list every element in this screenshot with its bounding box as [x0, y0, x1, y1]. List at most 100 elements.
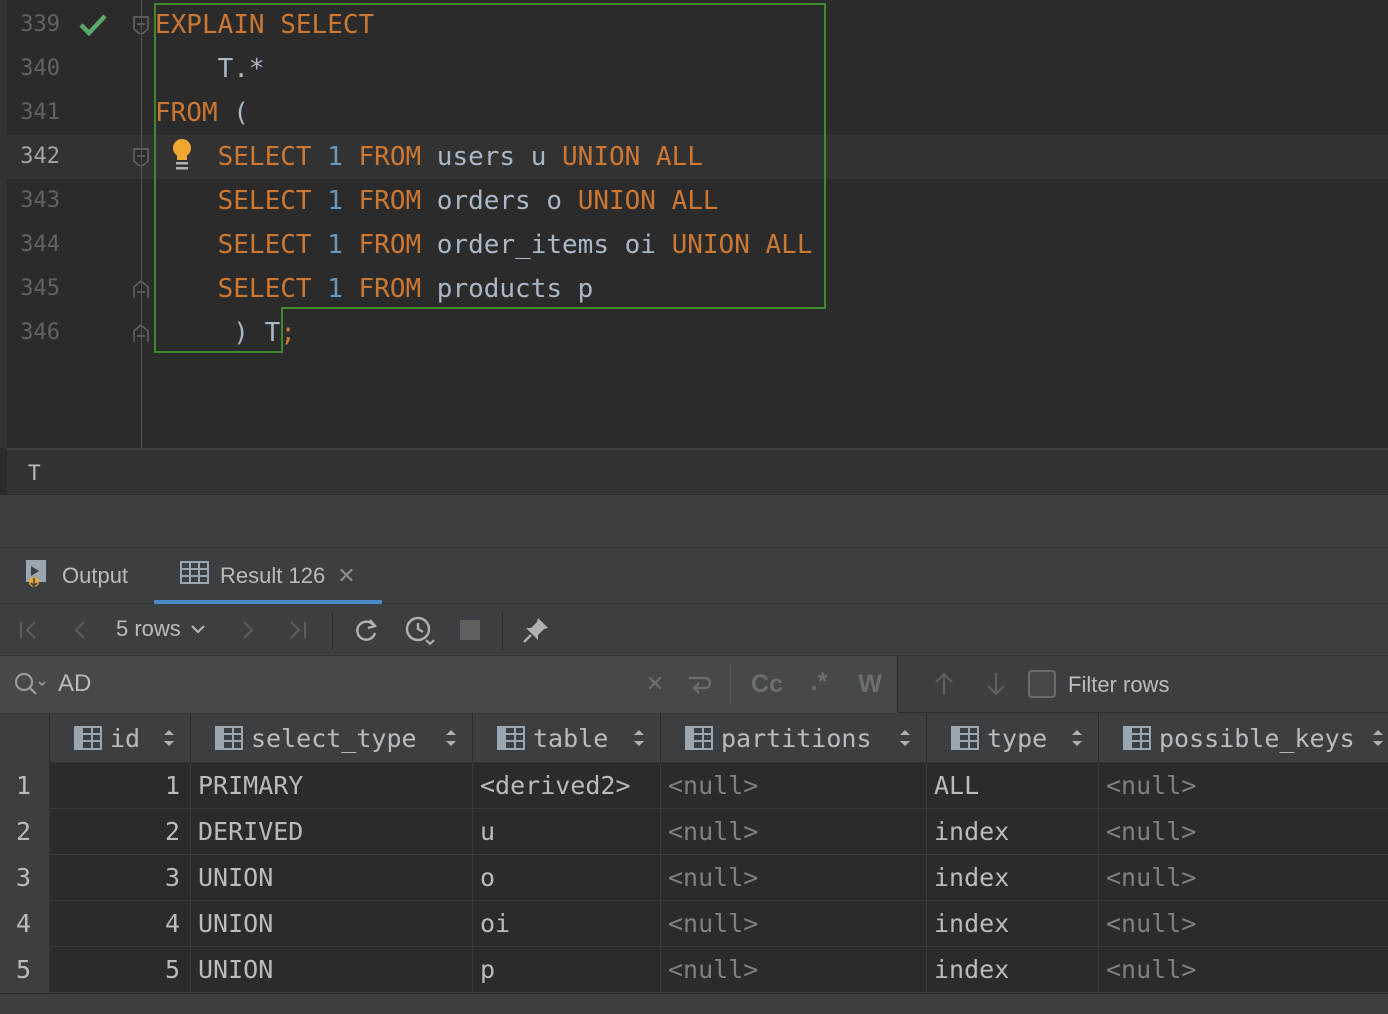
column-header-type[interactable]: type — [927, 713, 1099, 763]
cell-id[interactable]: 1 — [50, 763, 191, 809]
cell-possible-keys[interactable]: <null> — [1099, 947, 1388, 993]
cell-select-type[interactable]: UNION — [191, 901, 473, 947]
stop-icon[interactable] — [456, 614, 484, 646]
cell-partitions[interactable]: <null> — [661, 809, 927, 855]
result-grid[interactable]: id select_type table partitions type possible… — [0, 713, 1388, 994]
cell-table[interactable]: p — [473, 947, 661, 993]
cell-possible-keys[interactable]: <null> — [1099, 901, 1388, 947]
cell-type[interactable]: index — [927, 901, 1099, 947]
code-text[interactable]: ) T; — [155, 318, 296, 348]
row-number[interactable]: 1 — [0, 763, 50, 809]
close-tab-icon[interactable]: ✕ — [337, 563, 355, 589]
refresh-icon[interactable] — [350, 614, 382, 646]
breadcrumb[interactable]: T — [7, 448, 1388, 494]
code-line-340[interactable]: 340 T.* — [0, 47, 1388, 91]
cell-partitions[interactable]: <null> — [661, 855, 927, 901]
table-row[interactable]: 2 2 DERIVED u <null> index <null> — [0, 809, 1388, 855]
line-number[interactable]: 345 — [0, 276, 60, 301]
sort-icon[interactable] — [1070, 727, 1084, 749]
sql-editor[interactable]: 339 EXPLAIN SELECT 340 T.* 341 FROM (342 SEL… — [0, 0, 1388, 448]
match-case-toggle[interactable]: Cc — [748, 670, 786, 698]
line-number[interactable]: 340 — [0, 56, 60, 81]
sort-icon[interactable] — [1371, 727, 1385, 749]
clear-search-icon[interactable]: ✕ — [642, 670, 668, 698]
cell-possible-keys[interactable]: <null> — [1099, 763, 1388, 809]
new-line-icon[interactable] — [684, 670, 714, 698]
cell-partitions[interactable]: <null> — [661, 901, 927, 947]
cell-select-type[interactable]: PRIMARY — [191, 763, 473, 809]
regex-toggle[interactable]: .* — [804, 668, 834, 696]
code-text[interactable]: SELECT 1 FROM products p — [155, 274, 594, 304]
sort-icon[interactable] — [898, 727, 912, 749]
row-number[interactable]: 4 — [0, 901, 50, 947]
cell-possible-keys[interactable]: <null> — [1099, 809, 1388, 855]
sort-icon[interactable] — [632, 727, 646, 749]
cell-possible-keys[interactable]: <null> — [1099, 855, 1388, 901]
previous-page-icon[interactable] — [66, 614, 94, 646]
table-row[interactable]: 3 3 UNION o <null> index <null> — [0, 855, 1388, 901]
cell-type[interactable]: index — [927, 855, 1099, 901]
tab-output[interactable]: Output — [24, 548, 128, 604]
column-header-table[interactable]: table — [473, 713, 661, 763]
first-page-icon[interactable] — [14, 614, 42, 646]
search-input[interactable] — [58, 668, 618, 700]
code-line-346[interactable]: 346 ) T; — [0, 311, 1388, 355]
code-text[interactable]: FROM ( — [155, 98, 249, 128]
code-text[interactable]: SELECT 1 FROM orders o UNION ALL — [155, 186, 719, 216]
cell-id[interactable]: 2 — [50, 809, 191, 855]
cell-select-type[interactable]: UNION — [191, 947, 473, 993]
cell-table[interactable]: o — [473, 855, 661, 901]
arrow-down-icon[interactable] — [982, 670, 1010, 698]
cell-partitions[interactable]: <null> — [661, 763, 927, 809]
cell-table[interactable]: <derived2> — [473, 763, 661, 809]
pin-icon[interactable] — [520, 614, 552, 646]
tab-result[interactable]: Result 126 ✕ — [154, 548, 382, 604]
code-line-342[interactable]: 342 SELECT 1 FROM users u UNION ALL — [0, 135, 1388, 179]
filter-rows-label[interactable]: Filter rows — [1068, 672, 1169, 698]
sort-icon[interactable] — [162, 727, 176, 749]
code-line-344[interactable]: 344 SELECT 1 FROM order_items oi UNION A… — [0, 223, 1388, 267]
table-row[interactable]: 1 1 PRIMARY <derived2> <null> ALL <null> — [0, 763, 1388, 809]
cell-id[interactable]: 5 — [50, 947, 191, 993]
cell-table[interactable]: oi — [473, 901, 661, 947]
table-row[interactable]: 5 5 UNION p <null> index <null> — [0, 947, 1388, 993]
code-text[interactable]: SELECT 1 FROM order_items oi UNION ALL — [155, 230, 813, 260]
code-text[interactable]: T.* — [155, 54, 265, 84]
breadcrumb-label[interactable]: T — [28, 461, 41, 485]
code-line-345[interactable]: 345 SELECT 1 FROM products p — [0, 267, 1388, 311]
next-page-icon[interactable] — [234, 614, 262, 646]
line-number[interactable]: 341 — [0, 100, 60, 125]
arrow-up-icon[interactable] — [930, 670, 958, 698]
sort-icon[interactable] — [444, 727, 458, 749]
column-header-possible-keys[interactable]: possible_keys — [1099, 713, 1388, 763]
cell-select-type[interactable]: UNION — [191, 855, 473, 901]
column-header-partitions[interactable]: partitions — [661, 713, 927, 763]
line-number[interactable]: 344 — [0, 232, 60, 257]
line-number[interactable]: 343 — [0, 188, 60, 213]
row-number[interactable]: 2 — [0, 809, 50, 855]
words-toggle[interactable]: W — [854, 670, 886, 698]
cell-table[interactable]: u — [473, 809, 661, 855]
table-row[interactable]: 4 4 UNION oi <null> index <null> — [0, 901, 1388, 947]
last-page-icon[interactable] — [284, 614, 312, 646]
filter-rows-checkbox[interactable] — [1028, 670, 1056, 698]
code-line-339[interactable]: 339 EXPLAIN SELECT — [0, 3, 1388, 47]
row-number[interactable]: 5 — [0, 947, 50, 993]
cell-partitions[interactable]: <null> — [661, 947, 927, 993]
cell-select-type[interactable]: DERIVED — [191, 809, 473, 855]
rows-selector[interactable]: 5 rows — [116, 616, 207, 642]
line-number[interactable]: 342 — [0, 144, 60, 169]
code-line-343[interactable]: 343 SELECT 1 FROM orders o UNION ALL — [0, 179, 1388, 223]
code-line-341[interactable]: 341 FROM ( — [0, 91, 1388, 135]
search-icon[interactable] — [12, 670, 48, 698]
history-icon[interactable] — [400, 614, 438, 646]
cell-type[interactable]: ALL — [927, 763, 1099, 809]
row-number-header[interactable] — [0, 713, 50, 763]
cell-id[interactable]: 4 — [50, 901, 191, 947]
code-text[interactable]: SELECT 1 FROM users u UNION ALL — [155, 142, 703, 172]
cell-type[interactable]: index — [927, 809, 1099, 855]
check-icon[interactable] — [78, 13, 108, 37]
line-number[interactable]: 339 — [0, 12, 60, 37]
column-header-select-type[interactable]: select_type — [191, 713, 473, 763]
row-number[interactable]: 3 — [0, 855, 50, 901]
